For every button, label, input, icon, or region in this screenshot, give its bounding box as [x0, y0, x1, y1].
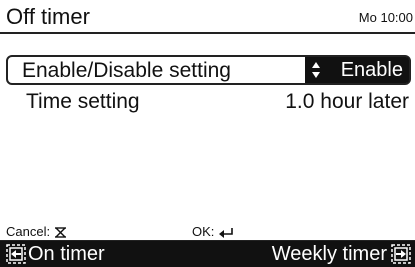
time-setting-value: 1.0 hour later — [285, 90, 409, 113]
cancel-hint-label: Cancel: — [6, 224, 51, 239]
time-setting-label: Time setting — [26, 90, 140, 113]
time-setting-row[interactable]: Time setting 1.0 hour later — [6, 88, 411, 118]
button-hints-bar: Cancel: OK: — [0, 222, 415, 241]
enable-disable-value-selector[interactable]: Enable — [305, 57, 409, 83]
on-timer-label: On timer — [28, 243, 105, 265]
cancel-x-icon — [54, 227, 66, 238]
nav-left-icon — [6, 244, 26, 264]
ok-hint: OK: — [192, 224, 234, 239]
cancel-hint: Cancel: — [6, 224, 67, 239]
up-down-arrow-icon — [312, 62, 320, 78]
enter-arrow-icon — [219, 228, 233, 239]
weekly-timer-label: Weekly timer — [271, 243, 387, 265]
enable-disable-setting-row[interactable]: Enable/Disable setting Enable — [6, 55, 411, 85]
enable-disable-value: Enable — [340, 59, 403, 81]
ok-hint-label: OK: — [192, 224, 215, 239]
enable-disable-setting-label: Enable/Disable setting — [22, 59, 231, 82]
screen-title: Off timer — [6, 4, 90, 29]
on-timer-nav-button[interactable]: On timer — [6, 242, 105, 266]
nav-right-icon — [391, 244, 411, 264]
screen-header: Off timer Mo 10:00 — [0, 0, 415, 34]
weekly-timer-nav-button[interactable]: Weekly timer — [272, 242, 411, 266]
footer-nav-bar: On timer Weekly timer — [0, 241, 415, 267]
clock-display: Mo 10:00 — [358, 10, 413, 25]
